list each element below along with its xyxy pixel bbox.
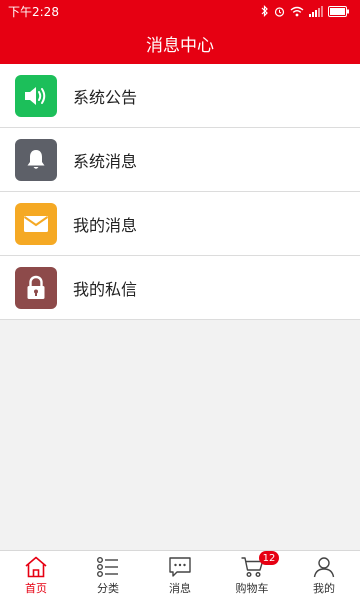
private-message-tile <box>15 266 57 309</box>
user-icon <box>313 556 335 577</box>
tab-label: 分类 <box>97 581 119 595</box>
list-item-private-message[interactable]: 我的私信 <box>0 256 360 320</box>
page-title: 消息中心 <box>146 35 214 56</box>
tab-cart[interactable]: 12 购物车 <box>216 551 288 600</box>
message-category-list: 系统公告 系统消息 我的消息 我的私信 <box>0 64 360 320</box>
battery-icon <box>328 5 349 17</box>
status-time: 下午2:28 <box>8 4 59 19</box>
system-announcement-tile <box>15 74 57 117</box>
list-item-label: 我的私信 <box>73 279 138 299</box>
message-icon <box>169 556 191 577</box>
list-item-system-announcement[interactable]: 系统公告 <box>0 64 360 128</box>
list-item-label: 系统消息 <box>73 151 138 171</box>
tab-label: 购物车 <box>235 581 269 595</box>
alarm-icon <box>274 6 285 17</box>
lock-icon <box>27 275 45 299</box>
wifi-icon <box>290 6 304 16</box>
tab-profile[interactable]: 我的 <box>288 551 360 600</box>
bell-icon <box>27 149 45 169</box>
my-message-tile <box>15 202 57 245</box>
tab-category[interactable]: 分类 <box>72 551 144 600</box>
tab-label: 我的 <box>313 581 335 595</box>
home-icon <box>25 556 47 577</box>
tab-messages[interactable]: 消息 <box>144 551 216 600</box>
header-bar: 消息中心 <box>0 22 360 64</box>
speaker-icon <box>25 86 46 105</box>
list-item-label: 系统公告 <box>73 87 138 107</box>
category-icon <box>97 556 118 577</box>
list-item-my-message[interactable]: 我的消息 <box>0 192 360 256</box>
system-message-tile <box>15 138 57 181</box>
status-icons <box>261 5 350 17</box>
status-bar: 下午2:28 <box>0 0 360 22</box>
list-item-label: 我的消息 <box>73 215 138 235</box>
signal-icon <box>309 5 323 17</box>
tab-label: 消息 <box>169 581 191 595</box>
cart-count-badge: 12 <box>259 551 279 565</box>
tab-label: 首页 <box>25 581 47 595</box>
envelope-icon <box>23 215 49 232</box>
bottom-tab-bar: 首页 分类 消息 12 购物车 我的 <box>0 550 360 600</box>
list-item-system-message[interactable]: 系统消息 <box>0 128 360 192</box>
bluetooth-icon <box>261 5 268 17</box>
tab-home[interactable]: 首页 <box>0 551 72 600</box>
